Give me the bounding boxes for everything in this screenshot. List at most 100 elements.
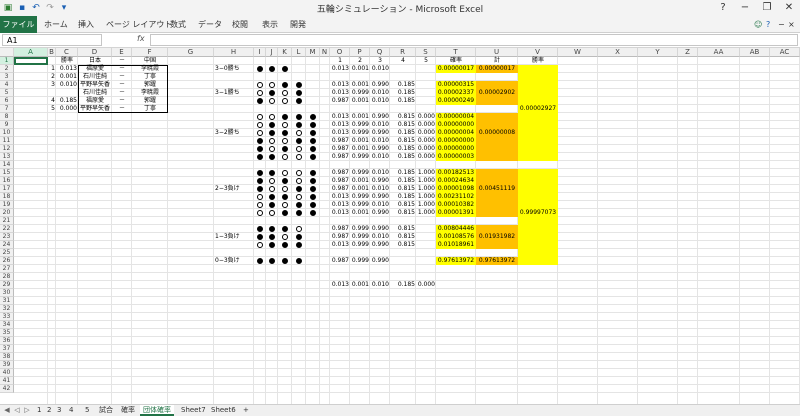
row-header[interactable]: 24: [0, 241, 14, 249]
column-header[interactable]: AC: [770, 48, 800, 57]
row-header[interactable]: 21: [0, 217, 14, 225]
row-header[interactable]: 13: [0, 153, 14, 161]
tab-page-layout[interactable]: ページ レイアウト: [106, 18, 172, 31]
formula-input[interactable]: [150, 34, 798, 46]
row-header[interactable]: 26: [0, 257, 14, 265]
row-header[interactable]: 11: [0, 137, 14, 145]
smiley-icon[interactable]: ☺: [754, 18, 762, 31]
column-header[interactable]: R: [390, 48, 416, 57]
row-header[interactable]: 12: [0, 145, 14, 153]
tab-insert[interactable]: 挿入: [78, 18, 94, 31]
column-header[interactable]: U: [476, 48, 518, 57]
column-header[interactable]: X: [598, 48, 638, 57]
next-sheet-icon[interactable]: ▷: [22, 405, 32, 416]
close-button[interactable]: ✕: [778, 0, 800, 16]
row-header[interactable]: 5: [0, 89, 14, 97]
row-header[interactable]: 15: [0, 169, 14, 177]
sheet-tab[interactable]: Sheet6: [208, 405, 239, 416]
column-header[interactable]: B: [48, 48, 56, 57]
column-header[interactable]: J: [266, 48, 278, 57]
column-header[interactable]: S: [416, 48, 436, 57]
name-box[interactable]: A1: [2, 34, 102, 46]
column-header[interactable]: AB: [740, 48, 770, 57]
row-header[interactable]: 32: [0, 305, 14, 313]
prev-sheet-icon[interactable]: ◁: [12, 405, 22, 416]
row-header[interactable]: 6: [0, 97, 14, 105]
column-header[interactable]: G: [168, 48, 214, 57]
sheet-tab[interactable]: 団体確率: [140, 405, 174, 416]
column-header[interactable]: T: [436, 48, 476, 57]
column-header[interactable]: E: [112, 48, 132, 57]
column-header[interactable]: Y: [638, 48, 678, 57]
minimize-ribbon-icon[interactable]: −: [778, 18, 785, 31]
row-header[interactable]: 19: [0, 201, 14, 209]
row-header[interactable]: 25: [0, 249, 14, 257]
row-header[interactable]: 14: [0, 161, 14, 169]
row-header[interactable]: 9: [0, 121, 14, 129]
column-header[interactable]: Z: [678, 48, 698, 57]
row-header[interactable]: 7: [0, 105, 14, 113]
column-header[interactable]: AA: [698, 48, 740, 57]
help-button[interactable]: ?: [712, 0, 734, 16]
row-header[interactable]: 27: [0, 265, 14, 273]
column-header[interactable]: F: [132, 48, 168, 57]
tab-review[interactable]: 校閲: [232, 18, 248, 31]
sheet-tab[interactable]: 2: [44, 405, 54, 416]
column-header[interactable]: O: [330, 48, 350, 57]
tab-view[interactable]: 表示: [262, 18, 278, 31]
sheet-tab[interactable]: 確率: [118, 405, 138, 416]
row-header[interactable]: 17: [0, 185, 14, 193]
row-header[interactable]: 28: [0, 273, 14, 281]
column-header[interactable]: N: [320, 48, 330, 57]
column-header[interactable]: H: [214, 48, 254, 57]
first-sheet-icon[interactable]: ◀: [2, 405, 12, 416]
sheet-tab[interactable]: 試合: [96, 405, 116, 416]
tab-data[interactable]: データ: [198, 18, 222, 31]
column-header[interactable]: V: [518, 48, 558, 57]
column-header[interactable]: W: [558, 48, 598, 57]
tab-formulas[interactable]: 数式: [170, 18, 186, 31]
row-header[interactable]: 20: [0, 209, 14, 217]
row-header[interactable]: 4: [0, 81, 14, 89]
sheet-tab[interactable]: 5: [82, 405, 92, 416]
row-header[interactable]: 29: [0, 281, 14, 289]
row-header[interactable]: 36: [0, 337, 14, 345]
tab-file[interactable]: ファイル: [0, 16, 37, 33]
row-header[interactable]: 42: [0, 385, 14, 393]
help-icon[interactable]: ?: [766, 18, 770, 31]
column-header[interactable]: D: [78, 48, 112, 57]
row-header[interactable]: 33: [0, 313, 14, 321]
sheet-tab[interactable]: Sheet7: [178, 405, 209, 416]
minimize-button[interactable]: −: [734, 0, 756, 16]
column-header[interactable]: P: [350, 48, 370, 57]
tab-home[interactable]: ホーム: [44, 18, 68, 31]
row-header[interactable]: 40: [0, 369, 14, 377]
sheet-tab[interactable]: 3: [54, 405, 64, 416]
row-header[interactable]: 30: [0, 289, 14, 297]
row-header[interactable]: 34: [0, 321, 14, 329]
row-header[interactable]: 22: [0, 225, 14, 233]
row-header[interactable]: 35: [0, 329, 14, 337]
row-header[interactable]: 10: [0, 129, 14, 137]
new-sheet-button[interactable]: +: [240, 405, 252, 416]
row-header[interactable]: 31: [0, 297, 14, 305]
row-header[interactable]: 37: [0, 345, 14, 353]
column-header[interactable]: I: [254, 48, 266, 57]
sheet-tab[interactable]: 1: [34, 405, 44, 416]
row-header[interactable]: 18: [0, 193, 14, 201]
row-header[interactable]: 41: [0, 377, 14, 385]
row-header[interactable]: 16: [0, 177, 14, 185]
row-header[interactable]: 1: [0, 57, 14, 65]
close-workbook-icon[interactable]: ×: [788, 18, 795, 31]
row-header[interactable]: 39: [0, 361, 14, 369]
row-header[interactable]: 3: [0, 73, 14, 81]
column-header[interactable]: Q: [370, 48, 390, 57]
column-header[interactable]: L: [292, 48, 306, 57]
select-all-corner[interactable]: [0, 48, 14, 57]
sheet-tab[interactable]: 4: [66, 405, 76, 416]
tab-developer[interactable]: 開発: [290, 18, 306, 31]
restore-button[interactable]: ❐: [756, 0, 778, 16]
column-header[interactable]: A: [14, 48, 48, 57]
fx-icon[interactable]: fx: [137, 34, 145, 43]
column-header[interactable]: M: [306, 48, 320, 57]
